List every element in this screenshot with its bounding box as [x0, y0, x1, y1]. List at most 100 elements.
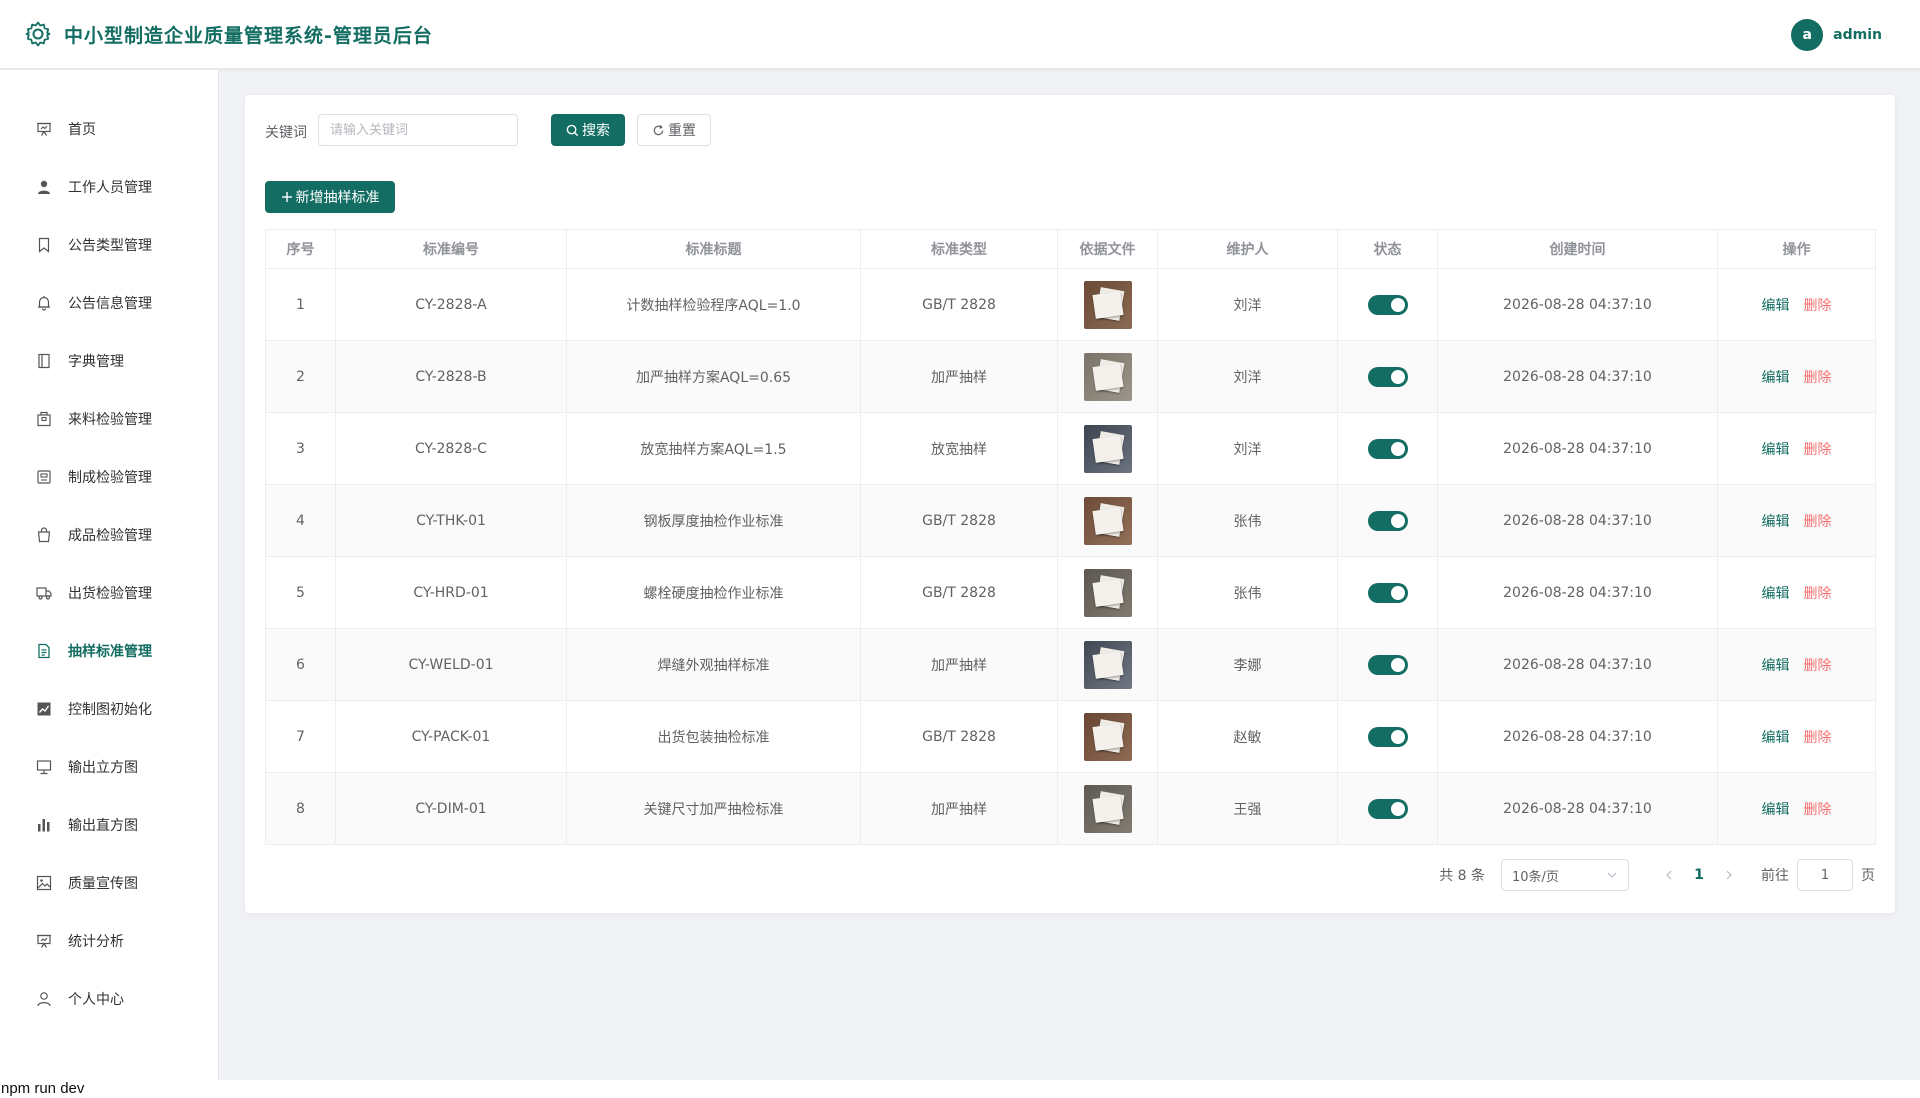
status-toggle[interactable]: [1367, 294, 1408, 315]
delete-button[interactable]: 删除: [1804, 298, 1832, 314]
sidebar-item-12[interactable]: 输出直方图: [0, 796, 218, 854]
edit-button[interactable]: 编辑: [1762, 442, 1790, 458]
delete-button[interactable]: 删除: [1804, 442, 1832, 458]
goto-page-input[interactable]: [1797, 859, 1853, 891]
chevron-down-icon: [1607, 872, 1617, 878]
column-header: 标准标题: [566, 229, 861, 269]
pagination: 共 8 条 10条/页 1 前往 页: [1439, 859, 1875, 891]
cell-actions: 编辑 删除: [1717, 700, 1876, 773]
sidebar-item-7[interactable]: 成品检验管理: [0, 506, 218, 564]
cell-maintainer: 张伟: [1157, 484, 1338, 557]
delete-button[interactable]: 删除: [1804, 586, 1832, 602]
sidebar-item-label: 公告信息管理: [68, 296, 152, 312]
prev-page-button[interactable]: [1655, 861, 1683, 889]
cell-file: [1057, 412, 1158, 485]
cell-code: CY-HRD-01: [335, 556, 567, 629]
page-number-current[interactable]: 1: [1683, 867, 1715, 883]
cell-no: 7: [265, 700, 336, 773]
sidebar-item-label: 工作人员管理: [68, 180, 152, 196]
keyword-input[interactable]: [318, 114, 518, 146]
sidebar-item-4[interactable]: 字典管理: [0, 332, 218, 390]
sidebar-item-8[interactable]: 出货检验管理: [0, 564, 218, 622]
edit-button[interactable]: 编辑: [1762, 298, 1790, 314]
cell-title: 螺栓硬度抽检作业标准: [566, 556, 861, 629]
table-row: 3 CY-2828-C 放宽抽样方案AQL=1.5 放宽抽样 刘洋 2026-08-28 …: [265, 412, 1876, 485]
cell-status: [1337, 484, 1438, 557]
delete-button[interactable]: 删除: [1804, 370, 1832, 386]
reset-button-label: 重置: [668, 123, 696, 139]
cell-created: 2026-08-28 04:37:10: [1437, 628, 1718, 701]
table-row: 8 CY-DIM-01 关键尺寸加严抽检标准 加严抽样 王强 2026-08-28 04:…: [265, 772, 1876, 845]
document-thumbnail[interactable]: [1083, 640, 1132, 689]
cell-title: 计数抽样检验程序AQL=1.0: [566, 268, 861, 341]
add-standard-label: 新增抽样标准: [295, 190, 380, 206]
sidebar-item-label: 统计分析: [68, 934, 124, 950]
delete-button[interactable]: 删除: [1804, 802, 1832, 818]
add-standard-button[interactable]: 新增抽样标准: [265, 181, 395, 213]
document-thumbnail[interactable]: [1083, 280, 1132, 329]
sidebar-item-2[interactable]: 公告类型管理: [0, 216, 218, 274]
cell-maintainer: 王强: [1157, 772, 1338, 845]
goto-label: 前往: [1761, 868, 1789, 884]
document-thumbnail[interactable]: [1083, 424, 1132, 473]
sidebar-item-15[interactable]: 个人中心: [0, 970, 218, 1028]
page-size-value: 10条/页: [1512, 869, 1559, 885]
status-toggle[interactable]: [1367, 582, 1408, 603]
document-thumbnail[interactable]: [1083, 496, 1132, 545]
next-page-button[interactable]: [1715, 861, 1743, 889]
cell-title: 加严抽样方案AQL=0.65: [566, 340, 861, 413]
user-menu[interactable]: a admin: [1791, 18, 1882, 52]
status-toggle[interactable]: [1367, 726, 1408, 747]
sidebar-item-0[interactable]: 首页: [0, 100, 218, 158]
cell-code: CY-DIM-01: [335, 772, 567, 845]
document-icon: [34, 641, 54, 661]
cell-type: 加严抽样: [860, 628, 1058, 701]
sidebar-item-6[interactable]: 制成检验管理: [0, 448, 218, 506]
sidebar-item-5[interactable]: 来料检验管理: [0, 390, 218, 448]
document-thumbnail[interactable]: [1083, 712, 1132, 761]
delete-button[interactable]: 删除: [1804, 730, 1832, 746]
delete-button[interactable]: 删除: [1804, 658, 1832, 674]
sidebar-item-14[interactable]: 统计分析: [0, 912, 218, 970]
cell-file: [1057, 484, 1158, 557]
edit-button[interactable]: 编辑: [1762, 802, 1790, 818]
status-toggle[interactable]: [1367, 654, 1408, 675]
cell-actions: 编辑 删除: [1717, 556, 1876, 629]
monitor-icon: [34, 757, 54, 777]
cell-file: [1057, 700, 1158, 773]
column-header: 标准编号: [335, 229, 567, 269]
presentation-icon: [34, 119, 54, 139]
edit-button[interactable]: 编辑: [1762, 658, 1790, 674]
chevron-right-icon: [1726, 870, 1732, 880]
table-row: 6 CY-WELD-01 焊缝外观抽样标准 加严抽样 李娜 2026-08-28 04:3…: [265, 628, 1876, 701]
edit-button[interactable]: 编辑: [1762, 586, 1790, 602]
status-toggle[interactable]: [1367, 438, 1408, 459]
edit-button[interactable]: 编辑: [1762, 370, 1790, 386]
sidebar-item-3[interactable]: 公告信息管理: [0, 274, 218, 332]
sidebar-item-13[interactable]: 质量宣传图: [0, 854, 218, 912]
sidebar-item-11[interactable]: 输出立方图: [0, 738, 218, 796]
delete-button[interactable]: 删除: [1804, 514, 1832, 530]
column-header: 标准类型: [860, 229, 1058, 269]
edit-button[interactable]: 编辑: [1762, 514, 1790, 530]
avatar[interactable]: a: [1791, 19, 1824, 51]
status-toggle[interactable]: [1367, 798, 1408, 819]
sidebar-item-10[interactable]: 控制图初始化: [0, 680, 218, 738]
status-toggle[interactable]: [1367, 510, 1408, 531]
edit-button[interactable]: 编辑: [1762, 730, 1790, 746]
table-row: 4 CY-THK-01 钢板厚度抽检作业标准 GB/T 2828 张伟 2026-08-2…: [265, 484, 1876, 557]
status-toggle[interactable]: [1367, 366, 1408, 387]
document-thumbnail[interactable]: [1083, 784, 1132, 833]
sidebar-item-1[interactable]: 工作人员管理: [0, 158, 218, 216]
cell-created: 2026-08-28 04:37:10: [1437, 772, 1718, 845]
sidebar-item-9[interactable]: 抽样标准管理: [0, 622, 218, 680]
cell-status: [1337, 556, 1438, 629]
column-header: 创建时间: [1437, 229, 1718, 269]
reset-button[interactable]: 重置: [637, 114, 711, 146]
document-thumbnail[interactable]: [1083, 568, 1132, 617]
username[interactable]: admin: [1833, 27, 1882, 43]
user-filled-icon: [34, 177, 54, 197]
document-thumbnail[interactable]: [1083, 352, 1132, 401]
search-button[interactable]: 搜索: [551, 114, 625, 146]
page-size-select[interactable]: 10条/页: [1501, 859, 1629, 891]
